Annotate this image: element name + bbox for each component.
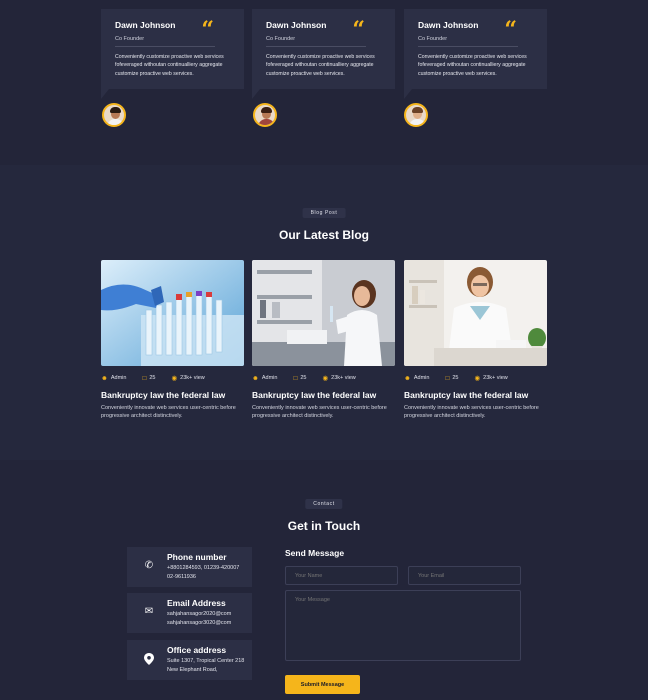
speech-tail — [101, 89, 109, 99]
blog-title[interactable]: Bankruptcy law the federal law — [252, 390, 395, 400]
section-tag: Blog Post — [302, 208, 346, 218]
user-icon: ☻ — [101, 374, 108, 382]
views-meta: ◉ 23k+ view — [323, 374, 364, 382]
testimonials-section: Dawn Johnson Co Founder Conveniently cus… — [0, 0, 648, 165]
avatar — [253, 103, 277, 127]
submit-message-button[interactable]: Submit Message — [285, 675, 360, 694]
user-icon: ☻ — [404, 374, 411, 382]
eye-icon: ◉ — [171, 375, 178, 382]
eye-icon: ◉ — [322, 375, 329, 382]
avatar — [404, 103, 428, 127]
divider — [266, 46, 366, 47]
phone-numbers: +8801284593, 01239-420007 — [167, 565, 240, 571]
email-field[interactable] — [408, 566, 521, 585]
comments-meta[interactable]: □ 25 — [445, 375, 466, 382]
blog-meta: ☻ Admin □ 25 ◉ 23k+ view — [252, 374, 395, 383]
mail-icon: ✉ — [144, 606, 154, 617]
speech-tail — [404, 89, 412, 99]
comment-count: 25 — [452, 375, 459, 381]
email-address: sahjahansagor3020@com — [167, 620, 232, 626]
blog-image[interactable] — [101, 260, 244, 366]
views-meta: ◉ 23k+ view — [475, 374, 516, 382]
office-info-box: Office address Suite 1307, Tropical Cent… — [127, 640, 252, 680]
email-address: sahjahansagor2020@com — [167, 611, 232, 617]
info-title: Office address — [167, 645, 227, 655]
comments-meta[interactable]: □ 25 — [142, 375, 163, 382]
avatar — [102, 103, 126, 127]
author-meta[interactable]: ☻ Admin — [252, 375, 285, 382]
section-title: Our Latest Blog — [278, 228, 369, 242]
quote-icon: “ — [504, 17, 517, 43]
author-name: Admin — [110, 375, 127, 381]
blog-meta: ☻ Admin □ 25 ◉ 23k+ view — [404, 374, 547, 383]
comments-meta[interactable]: □ 25 — [293, 375, 314, 382]
section-title: Get in Touch — [287, 519, 361, 533]
quote-icon: “ — [352, 17, 365, 43]
testimonial-card: Dawn Johnson Co Founder Conveniently cus… — [101, 9, 244, 89]
blog-card[interactable]: ☻ Admin □ 25 ◉ 23k+ view Bankruptcy law the… — [404, 260, 547, 420]
phone-numbers: 02-9611936 — [167, 574, 196, 580]
blog-excerpt: Conveniently innovate web services user-… — [404, 405, 539, 419]
info-title: Email Address — [167, 598, 226, 608]
section-tag: Contact — [305, 499, 343, 509]
contact-section: Contact Get in Touch ✆ Phone number +880… — [0, 460, 648, 700]
author-meta[interactable]: ☻ Admin — [101, 375, 134, 382]
testimonial-text: Conveniently customize proactive web ser… — [115, 54, 224, 77]
author-meta[interactable]: ☻ Admin — [404, 375, 437, 382]
blog-card[interactable]: ☻ Admin □ 25 ◉ 23k+ view Bankruptcy law the… — [101, 260, 244, 420]
blog-meta: ☻ Admin □ 25 ◉ 23k+ view — [101, 374, 244, 383]
blog-excerpt: Conveniently innovate web services user-… — [101, 405, 236, 419]
name-field[interactable] — [285, 566, 398, 585]
phone-info-box: ✆ Phone number +8801284593, 01239-420007… — [127, 547, 252, 587]
office-address: New Elephant Road, — [167, 667, 218, 673]
speech-tail — [252, 89, 260, 99]
views-meta: ◉ 23k+ view — [172, 374, 213, 382]
testimonial-card: Dawn Johnson Co Founder Conveniently cus… — [404, 9, 547, 89]
view-count: 23k+ view — [483, 375, 508, 381]
location-pin-icon — [143, 653, 155, 665]
blog-excerpt: Conveniently innovate web services user-… — [252, 405, 387, 419]
blog-title[interactable]: Bankruptcy law the federal law — [404, 390, 547, 400]
blog-image[interactable] — [404, 260, 547, 366]
blog-card[interactable]: ☻ Admin □ 25 ◉ 23k+ view Bankruptcy law the… — [252, 260, 395, 420]
view-count: 23k+ view — [180, 375, 205, 381]
comment-icon: □ — [445, 374, 450, 382]
comment-icon: □ — [142, 374, 147, 382]
divider — [115, 46, 215, 47]
phone-icon: ✆ — [144, 560, 154, 571]
blog-image[interactable] — [252, 260, 395, 366]
blog-title[interactable]: Bankruptcy law the federal law — [101, 390, 244, 400]
office-address: Suite 1307, Tropical Center 218 — [167, 658, 245, 664]
email-info-box: ✉ Email Address sahjahansagor2020@com sa… — [127, 593, 252, 633]
author-name: Admin — [413, 375, 430, 381]
testimonial-text: Conveniently customize proactive web ser… — [266, 54, 375, 77]
quote-icon: “ — [201, 17, 214, 43]
eye-icon: ◉ — [474, 375, 481, 382]
divider — [418, 46, 518, 47]
view-count: 23k+ view — [331, 375, 356, 381]
info-title: Phone number — [167, 552, 227, 562]
user-icon: ☻ — [252, 374, 259, 382]
comment-count: 25 — [149, 375, 156, 381]
message-field[interactable] — [285, 590, 521, 661]
blog-section: Blog Post Our Latest Blog ☻ Admin □ 25 ◉… — [0, 165, 648, 460]
testimonial-card: Dawn Johnson Co Founder Conveniently cus… — [252, 9, 395, 89]
comment-count: 25 — [300, 375, 307, 381]
send-message-heading: Send Message — [285, 548, 345, 558]
comment-icon: □ — [293, 374, 298, 382]
testimonial-text: Conveniently customize proactive web ser… — [418, 54, 527, 77]
author-name: Admin — [261, 375, 278, 381]
